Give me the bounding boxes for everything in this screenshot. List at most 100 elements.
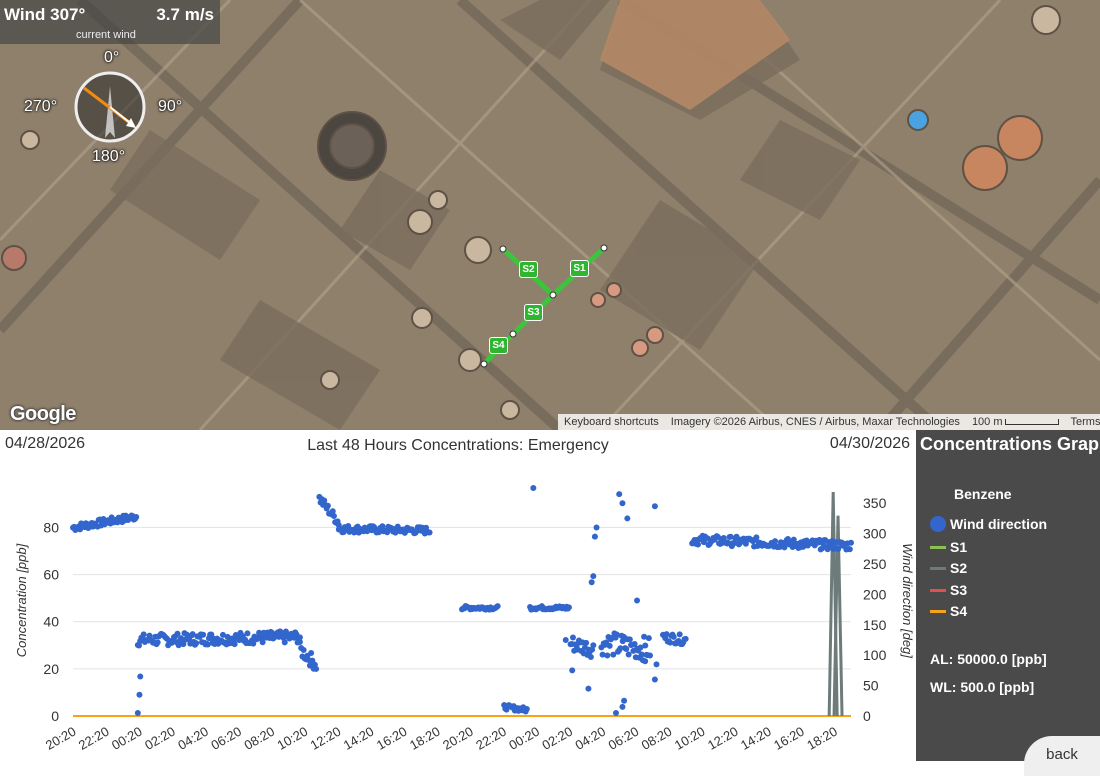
compass-west-label: 270° xyxy=(24,98,58,115)
wind-direction-point xyxy=(624,515,631,522)
y-right-tick-label: 0 xyxy=(863,708,871,724)
wind-direction-point xyxy=(562,637,569,644)
imagery-credit[interactable]: Imagery ©2026 Airbus, CNES / Airbus, Max… xyxy=(665,416,966,428)
y-right-tick-label: 100 xyxy=(863,647,887,663)
wind-speed-label: 3.7 m/s xyxy=(156,5,214,24)
wind-direction-point xyxy=(330,512,337,519)
back-button[interactable]: back xyxy=(1024,736,1100,776)
legend-s1[interactable]: S1 xyxy=(930,539,967,555)
legend-s4[interactable]: S4 xyxy=(930,603,967,619)
pollutant-name: Benzene xyxy=(954,486,1012,502)
legend-s2[interactable]: S2 xyxy=(930,560,967,576)
wind-direction-label: Wind 307° xyxy=(4,5,86,24)
wind-direction-point xyxy=(588,579,595,586)
wind-direction-point xyxy=(154,639,161,646)
station-marker-s3[interactable]: S3 xyxy=(524,304,543,321)
wind-direction-point xyxy=(530,485,537,492)
x-tick-label: 18:20 xyxy=(407,724,443,753)
wind-direction-point xyxy=(623,645,630,652)
x-tick-label: 08:20 xyxy=(241,724,277,753)
x-tick-label: 00:20 xyxy=(506,724,542,753)
warning-limit: WL: 500.0 [ppb] xyxy=(930,679,1035,695)
x-tick-label: 06:20 xyxy=(606,724,642,753)
chart-canvas[interactable]: 02040608005010015020025030035020:2022:20… xyxy=(0,430,916,761)
x-tick-label: 22:20 xyxy=(473,724,509,753)
legend-label: S2 xyxy=(950,560,968,576)
wind-direction-point xyxy=(694,541,701,548)
wind-direction-point xyxy=(647,652,654,659)
wind-direction-point xyxy=(676,631,683,638)
wind-direction-point xyxy=(626,636,633,643)
legend-line-icon xyxy=(930,609,946,613)
x-tick-label: 14:20 xyxy=(341,724,377,753)
wind-direction-point xyxy=(523,706,530,713)
wind-direction-point xyxy=(587,654,594,661)
wind-direction-point xyxy=(625,651,632,658)
wind-direction-point xyxy=(308,649,315,656)
wind-direction-point xyxy=(753,534,760,541)
y-left-tick-label: 20 xyxy=(43,661,59,677)
station-node[interactable] xyxy=(549,291,557,299)
google-logo[interactable]: Google xyxy=(10,403,76,426)
terms-link[interactable]: Terms xyxy=(1065,416,1100,428)
wind-direction-point xyxy=(590,573,597,580)
wind-direction-point xyxy=(300,647,307,654)
map-scale[interactable]: 100 m xyxy=(966,416,1065,428)
x-tick-label: 12:20 xyxy=(308,724,344,753)
legend-s3[interactable]: S3 xyxy=(930,582,967,598)
y-left-tick-label: 40 xyxy=(43,614,59,630)
wind-direction-point xyxy=(848,539,854,546)
station-path xyxy=(480,244,608,368)
legend-label: Wind direction xyxy=(950,516,1048,532)
wind-direction-point xyxy=(645,635,652,642)
station-node[interactable] xyxy=(480,360,488,368)
y-right-tick-label: 350 xyxy=(863,495,887,511)
alarm-limit: AL: 50000.0 [ppb] xyxy=(930,651,1047,667)
station-marker-s4[interactable]: S4 xyxy=(489,337,508,354)
wind-direction-point xyxy=(565,604,572,611)
y-left-tick-label: 80 xyxy=(43,519,59,535)
station-marker-s1[interactable]: S1 xyxy=(570,260,589,277)
x-tick-label: 22:20 xyxy=(76,724,112,753)
wind-direction-point xyxy=(846,546,853,553)
wind-direction-point xyxy=(134,709,141,716)
wind-direction-point xyxy=(682,635,689,642)
wind-panel: Wind 307° 3.7 m/s current wind xyxy=(0,0,220,44)
wind-direction-point xyxy=(426,529,433,536)
concentration-chart: Last 48 Hours Concentrations: Emergency … xyxy=(0,430,916,761)
wind-direction-point xyxy=(281,639,288,646)
wind-direction-point xyxy=(634,597,641,604)
wind-direction-point xyxy=(569,634,576,641)
station-marker-s2[interactable]: S2 xyxy=(519,261,538,278)
wind-direction-point xyxy=(590,642,597,649)
x-tick-label: 12:20 xyxy=(705,724,741,753)
legend-line-icon xyxy=(930,545,946,549)
panel-title: Concentrations Graph xyxy=(919,434,1100,454)
station-node[interactable] xyxy=(499,245,507,253)
satellite-map[interactable]: S1 S2 S3 S4 Wind 307° 3.7 m/s current wi… xyxy=(0,0,1100,430)
wind-direction-point xyxy=(583,639,590,646)
station-node[interactable] xyxy=(509,330,517,338)
compass-south-label: 180° xyxy=(92,148,126,165)
y-right-tick-label: 50 xyxy=(863,678,879,694)
x-tick-label: 06:20 xyxy=(208,724,244,753)
legend-wind-direction[interactable]: Wind direction xyxy=(930,516,1047,532)
keyboard-shortcuts-link[interactable]: Keyboard shortcuts xyxy=(558,416,665,428)
x-tick-label: 20:20 xyxy=(440,724,476,753)
y-right-tick-label: 150 xyxy=(863,617,887,633)
station-node[interactable] xyxy=(600,244,608,252)
y-right-tick-label: 200 xyxy=(863,586,887,602)
wind-direction-point xyxy=(772,538,779,545)
legend-line-icon xyxy=(930,588,946,592)
wind-direction-point xyxy=(651,676,658,683)
x-tick-label: 18:20 xyxy=(804,724,840,753)
wind-direction-point xyxy=(670,633,677,640)
x-tick-label: 04:20 xyxy=(175,724,211,753)
wind-direction-point xyxy=(619,703,626,710)
x-tick-label: 08:20 xyxy=(639,724,675,753)
map-scale-label: 100 m xyxy=(971,416,1003,428)
compass-east-label: 90° xyxy=(158,98,183,115)
x-tick-label: 02:20 xyxy=(539,724,575,753)
wind-direction-point xyxy=(244,630,251,637)
x-tick-label: 16:20 xyxy=(374,724,410,753)
